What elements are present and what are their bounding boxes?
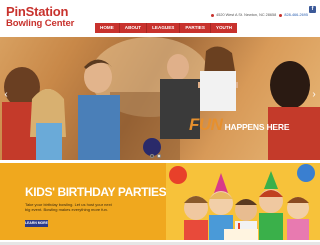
kids-party-photo	[166, 163, 320, 240]
hero-photo	[2, 37, 320, 160]
site-logo[interactable]: PinStation Bowling Center	[6, 5, 74, 29]
slider-prev-arrow[interactable]: ‹	[2, 89, 10, 101]
phone-link[interactable]: 828-466-2695	[284, 13, 308, 17]
nav-item-leagues[interactable]: LEAGUES	[147, 23, 181, 33]
hero-tagline-fun: FUN	[189, 115, 223, 134]
hero-tagline: FUN HAPPENS HERE	[189, 115, 289, 135]
site-header: PinStation Bowling Center 4520 West A St…	[0, 0, 320, 37]
nav-item-about[interactable]: ABOUT	[119, 23, 148, 33]
promo-title: KIDS' BIRTHDAY PARTIES	[25, 185, 167, 199]
slider-dot-2[interactable]	[157, 154, 161, 158]
learn-more-button[interactable]: LEARN MORE	[25, 220, 48, 227]
nav-item-home[interactable]: HOME	[95, 23, 120, 33]
nav-item-youth[interactable]: YOUTH	[210, 23, 237, 33]
main-nav: HOME ABOUT LEAGUES PARTIES YOUTH	[95, 23, 237, 33]
hero-slider[interactable]: ‹ › FUN HAPPENS HERE	[0, 37, 320, 160]
promo-text: Take your birthday bowling. Let us host …	[25, 202, 112, 212]
nav-item-parties[interactable]: PARTIES	[180, 23, 211, 33]
logo-subtitle: Bowling Center	[6, 18, 75, 29]
phone-icon	[279, 13, 283, 17]
contact-info: 4520 West A St. Newton, NC 28658 828-466…	[209, 13, 308, 17]
slider-dot-1[interactable]	[150, 154, 154, 158]
slider-dots	[150, 154, 161, 158]
logo-title: PinStation	[6, 4, 69, 19]
slider-next-arrow[interactable]: ›	[310, 89, 318, 101]
location-icon	[211, 13, 215, 17]
footer-strip	[0, 240, 320, 245]
birthday-promo: KIDS' BIRTHDAY PARTIES Take your birthda…	[0, 163, 320, 240]
hero-tagline-rest: HAPPENS HERE	[222, 122, 290, 132]
facebook-icon[interactable]: f	[309, 6, 316, 13]
address-text: 4520 West A St. Newton, NC 28658	[216, 13, 277, 17]
